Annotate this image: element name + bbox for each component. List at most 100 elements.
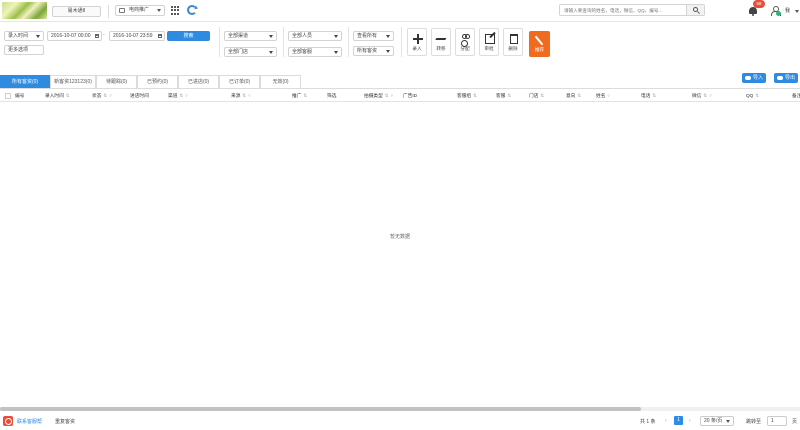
date-range-separator: - bbox=[103, 32, 105, 38]
time-type-select[interactable]: 录入时间 bbox=[4, 31, 44, 41]
scrollbar-thumb[interactable] bbox=[0, 407, 641, 411]
filter-icon[interactable]: ▿ bbox=[709, 93, 711, 98]
delete-button[interactable]: 删除 bbox=[503, 28, 523, 56]
column-header[interactable]: 广告ID bbox=[403, 93, 417, 99]
column-header[interactable]: 客服组 ⇅ bbox=[457, 93, 477, 99]
plus-icon bbox=[413, 34, 423, 44]
user-name: 我 bbox=[785, 8, 791, 14]
end-date-value: 2016-10-07 23:59 bbox=[113, 33, 153, 39]
search-input[interactable] bbox=[560, 5, 686, 15]
sort-icon[interactable]: ⇅ bbox=[66, 93, 70, 98]
sort-icon[interactable]: ⇅ bbox=[507, 93, 511, 98]
tab-underline bbox=[0, 88, 800, 89]
assign-button[interactable]: 分配 bbox=[455, 28, 475, 56]
store-select[interactable]: 全部门店 bbox=[224, 47, 277, 57]
column-header-label: 门店 bbox=[529, 93, 539, 98]
apps-grid-icon[interactable] bbox=[171, 6, 180, 15]
department-button[interactable]: 易木通II bbox=[52, 6, 101, 17]
column-header[interactable]: 筛选 bbox=[327, 93, 336, 99]
tab-invalid[interactable]: 无效(0) bbox=[260, 75, 301, 89]
filter-icon[interactable]: ▿ bbox=[185, 93, 187, 98]
column-header-label: 来源 bbox=[231, 93, 241, 98]
sort-icon[interactable]: ⇅ bbox=[473, 93, 477, 98]
goto-page-input[interactable]: 1 bbox=[767, 416, 787, 426]
column-header[interactable]: 门店 ⇅ bbox=[529, 93, 544, 99]
approve-button[interactable]: 审批 bbox=[479, 28, 499, 56]
sort-icon[interactable]: ⇅ bbox=[652, 93, 656, 98]
sort-icon[interactable]: ⇅ bbox=[385, 93, 389, 98]
column-header[interactable]: 录入时间 ⇅ bbox=[45, 93, 70, 99]
select-all-checkbox[interactable] bbox=[5, 93, 11, 99]
page-size-select[interactable]: 20 条/页 bbox=[700, 416, 734, 426]
column-header[interactable]: 电话 ⇅ bbox=[641, 93, 656, 99]
more-conditions-button[interactable]: 更多选项 bbox=[4, 45, 44, 55]
tab-ordered[interactable]: 已订单(0) bbox=[219, 75, 260, 89]
tab-pending[interactable]: 待跟踪(0) bbox=[96, 75, 137, 89]
sort-icon[interactable]: ⇅ bbox=[755, 93, 759, 98]
chevron-down-icon bbox=[386, 35, 390, 38]
sort-icon[interactable]: ⇅ bbox=[540, 93, 544, 98]
table-header bbox=[0, 90, 800, 102]
import-button[interactable]: 导入 bbox=[742, 73, 767, 83]
sort-icon[interactable]: ⇅ bbox=[303, 93, 307, 98]
chevron-down-icon bbox=[795, 10, 799, 13]
contact-support-link[interactable]: 联系客服帮 bbox=[17, 418, 42, 425]
horizontal-scrollbar[interactable] bbox=[0, 407, 800, 411]
column-header[interactable]: 拍摄类型 ⇅ ▿ bbox=[364, 93, 393, 99]
sort-icon[interactable]: ⇅ bbox=[703, 93, 707, 98]
user-menu[interactable]: 我 bbox=[771, 6, 799, 16]
search-button[interactable] bbox=[686, 5, 704, 15]
sort-icon[interactable]: ⇅ bbox=[242, 93, 246, 98]
column-header[interactable]: 来源 ⇅ ▿ bbox=[231, 93, 251, 99]
tab-booked[interactable]: 已预约(0) bbox=[137, 75, 178, 89]
page-suffix: 页 bbox=[792, 419, 798, 425]
column-header[interactable]: 状态 ⇅ ▿ bbox=[92, 93, 112, 99]
notification-badge: 58 bbox=[753, 0, 765, 8]
prev-page-icon[interactable]: ‹ bbox=[665, 418, 667, 424]
service-select[interactable]: 全部客服 bbox=[288, 47, 342, 57]
column-header[interactable]: QQ ⇅ bbox=[746, 93, 759, 99]
recommend-label: 推荐 bbox=[534, 47, 545, 52]
tab-new[interactable]: 新客资123123(0) bbox=[50, 75, 96, 89]
recommend-button[interactable]: 推荐 bbox=[529, 31, 550, 57]
filter-icon[interactable]: ▿ bbox=[109, 93, 111, 98]
project-select[interactable]: 电商推广 bbox=[115, 5, 165, 16]
view-scope-select[interactable]: 查看所有 bbox=[353, 31, 394, 41]
start-date-field[interactable]: 2016-10-07 00:00 bbox=[47, 31, 102, 41]
column-header[interactable]: 推广 ⇅ bbox=[292, 93, 307, 99]
filter-icon[interactable]: ▿ bbox=[248, 93, 250, 98]
sort-icon[interactable]: ⇅ bbox=[179, 93, 183, 98]
channel-select[interactable]: 全部渠道 bbox=[224, 31, 277, 41]
column-header[interactable]: 微信 ⇅ ▿ bbox=[692, 93, 712, 99]
column-header[interactable]: 渠道 ⇅ ▿ bbox=[168, 93, 188, 99]
column-header[interactable]: 进店时间 bbox=[130, 93, 149, 99]
add-button[interactable]: 录入 bbox=[407, 28, 427, 56]
column-header-label: 编号 bbox=[15, 93, 25, 98]
refresh-icon[interactable] bbox=[187, 5, 197, 15]
duplicate-leads-link[interactable]: 重复客资 bbox=[55, 418, 75, 425]
current-page-button[interactable]: 1 bbox=[674, 416, 683, 425]
sort-icon[interactable]: ⇅ bbox=[103, 93, 107, 98]
transfer-button[interactable]: 转移 bbox=[431, 28, 451, 56]
search-submit-button[interactable]: 搜索 bbox=[167, 31, 210, 41]
column-header[interactable]: 姓名 ▿ bbox=[596, 93, 610, 99]
store-select-label: 全部门店 bbox=[228, 49, 249, 55]
export-button[interactable]: 导出 bbox=[774, 73, 799, 83]
tab-visited[interactable]: 已进店(0) bbox=[178, 75, 219, 89]
filter-icon[interactable]: ▿ bbox=[391, 93, 393, 98]
column-header[interactable]: 客服 ⇅ bbox=[496, 93, 511, 99]
column-header[interactable]: 意向 ⇅ bbox=[566, 93, 581, 99]
column-header-label: 进店时间 bbox=[130, 93, 149, 98]
approve-label: 审批 bbox=[484, 46, 494, 51]
next-page-icon[interactable]: › bbox=[689, 418, 691, 424]
column-header[interactable]: 备注 bbox=[792, 93, 800, 99]
ownership-select[interactable]: 所有客资 bbox=[353, 46, 394, 56]
staff-select[interactable]: 全部人员 bbox=[288, 31, 342, 41]
ownership-select-label: 所有客资 bbox=[357, 48, 378, 54]
project-select-label: 电商推广 bbox=[129, 7, 150, 13]
end-date-field[interactable]: 2016-10-07 23:59 bbox=[109, 31, 165, 41]
sort-icon[interactable]: ⇅ bbox=[577, 93, 581, 98]
filter-icon[interactable]: ▿ bbox=[607, 93, 609, 98]
column-header[interactable]: 编号 bbox=[15, 93, 24, 99]
tab-all[interactable]: 所有客资(0) bbox=[0, 75, 50, 89]
